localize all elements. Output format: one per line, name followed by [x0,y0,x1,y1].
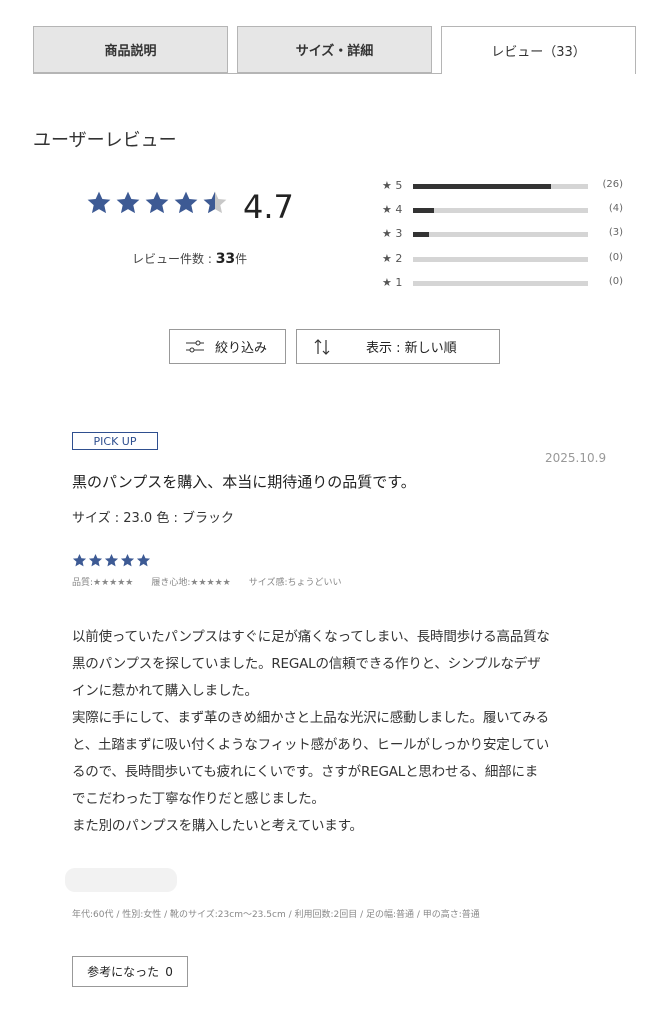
average-rating-value: 4.7 [243,188,294,226]
star-icon [116,191,140,214]
sort-arrows-icon [314,338,330,355]
histogram-count: (4) [608,203,623,214]
tab-description-label: 商品説明 [104,44,157,59]
histogram-track [413,281,588,286]
review-body-line: また別のパンプスを購入したいと考えています。 [72,818,363,834]
review-body-line: でこだわった丁寧な作りだと感じました。 [72,791,325,807]
sub-rating-comfort: 履き心地:★★★★★ [151,578,231,588]
histogram-label: ★ 1 [382,276,403,289]
average-rating-stars [86,190,228,224]
histogram-fill [413,208,434,213]
tab-size-details-label: サイズ・詳細 [295,44,374,59]
star-icon [104,553,119,567]
sub-rating-fit: サイズ感:ちょうどいい [248,578,342,588]
histogram-row-1[interactable]: ★ 1 (0) [382,276,627,290]
pickup-badge: PICK UP [72,432,158,450]
histogram-row-2[interactable]: ★ 2 (0) [382,252,627,266]
histogram-row-3[interactable]: ★ 3 (3) [382,227,627,241]
review-sub-ratings: 品質:★★★★★ 履き心地:★★★★★ サイズ感:ちょうどいい [72,575,342,588]
histogram-count: (0) [608,252,623,263]
tab-divider-left [33,73,441,74]
reviewer-meta: 年代:60代 / 性別:女性 / 靴のサイズ:23cm〜23.5cm / 利用回… [72,910,480,920]
histogram-row-4[interactable]: ★ 4 (4) [382,203,627,217]
review-body: 以前使っていたパンプスはすぐに足が痛くなってしまい、長時間歩ける高品質な 黒のパ… [72,624,607,840]
histogram-row-5[interactable]: ★ 5 (26) [382,179,627,193]
review-body-line: 以前使っていたパンプスはすぐに足が痛くなってしまい、長時間歩ける高品質な [72,629,550,645]
sub-rating-quality: 品質:★★★★★ [72,578,134,588]
section-title: ユーザーレビュー [33,130,177,151]
review-title: 黒のパンプスを購入、本当に期待通りの品質です。 [72,473,416,491]
review-count-label: レビュー件数 : [132,252,216,266]
review-body-line: 実際に手にして、まず革のきめ細かさと上品な光沢に感動しました。履いてみる [72,710,549,726]
histogram-count: (26) [602,179,623,190]
review-count-unit: 件 [235,252,248,266]
tab-reviews[interactable]: レビュー（33） [441,26,636,74]
filter-button[interactable]: 絞り込み [169,329,286,364]
star-icon [174,191,198,214]
review-count-value: 33 [215,251,236,267]
histogram-track [413,257,588,262]
histogram-track [413,232,588,237]
star-icon [136,553,151,567]
tab-size-details[interactable]: サイズ・詳細 [237,26,432,73]
filter-button-label: 絞り込み [215,341,268,356]
review-size-color: サイズ : 23.0 色 : ブラック [72,511,234,526]
histogram-track [413,184,588,189]
review-body-line: インに惹かれて購入しました。 [72,683,258,699]
helpful-button-label: 参考になった [87,965,160,979]
review-body-line: るので、長時間歩いても疲れにくいです。さすがREGALと思わせる、細部にま [72,764,539,780]
star-icon [88,553,103,567]
histogram-count: (3) [608,227,623,238]
sort-button-label: 表示 : 新しい順 [366,341,457,356]
helpful-count: 0 [165,964,173,979]
histogram-fill [413,184,552,189]
star-icon [87,191,111,214]
review-date: 2025.10.9 [545,451,607,465]
review-count: レビュー件数 : 33件 [132,250,247,267]
helpful-button[interactable]: 参考になった 0 [72,956,188,987]
review-rating-stars [72,553,151,568]
star-icon [145,191,169,214]
sort-button[interactable]: 表示 : 新しい順 [296,329,500,364]
histogram-track [413,208,588,213]
star-icon [120,553,135,567]
tab-reviews-label: レビュー（33） [491,45,586,60]
star-icon [72,553,87,567]
review-body-line: 黒のパンプスを探していました。REGALの信頼できる作りと、シンプルなデザ [72,656,541,672]
histogram-label: ★ 4 [382,203,403,216]
histogram-label: ★ 2 [382,252,403,265]
half-star-icon [203,191,227,214]
histogram-count: (0) [608,276,623,287]
filter-sliders-icon [186,340,204,352]
review-body-line: と、土踏まずに吸い付くようなフィット感があり、ヒールがしっかり安定してい [72,737,550,753]
histogram-label: ★ 5 [382,179,403,192]
histogram-fill [413,232,429,237]
reviewer-name-blurred [65,868,177,892]
histogram-label: ★ 3 [382,227,403,240]
tab-description[interactable]: 商品説明 [33,26,228,73]
